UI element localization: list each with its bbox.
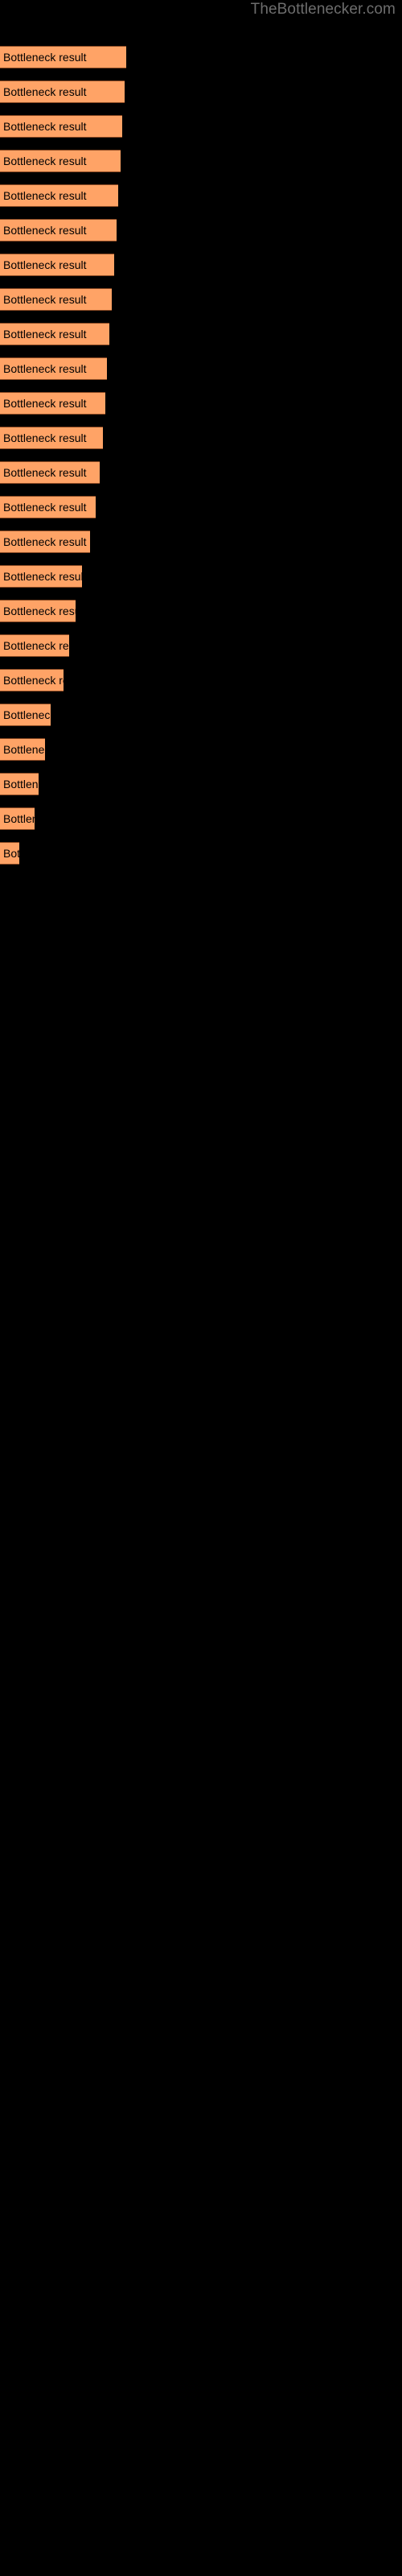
bar-row[interactable]: Bottleneck result [0,634,69,657]
bar-row[interactable]: Bottleneck result [0,357,107,380]
bar-label-clip: Bottleneck result [0,323,109,345]
bar-row[interactable]: Bottleneck result [0,184,118,207]
bar-row[interactable]: Bottleneck result [0,842,19,865]
bar-label-clip: Bottleneck result [0,496,96,518]
bar-row[interactable]: Bottleneck result [0,773,39,795]
bar-label-clip: Bottleneck result [0,288,112,311]
bar-row[interactable]: Bottleneck result [0,530,90,553]
bar-label-clip: Bottleneck result [0,254,114,276]
bar-label-clip: Bottleneck result [0,669,64,691]
bar-label: Bottleneck result [3,51,87,64]
bar-label: Bottleneck result [3,431,87,444]
bar-label-clip: Bottleneck result [0,565,82,588]
bar-row[interactable]: Bottleneck result [0,427,103,449]
bar-row[interactable]: Bottleneck result [0,80,125,103]
bar-label-clip: Bottleneck result [0,80,125,103]
bar-label-clip: Bottleneck result [0,634,69,657]
bar-row[interactable]: Bottleneck result [0,461,100,484]
bar-label-clip: Bottleneck result [0,357,107,380]
bar-label: Bottleneck result [3,674,64,687]
bar-label: Bottleneck result [3,639,69,652]
bar-label: Bottleneck result [3,708,51,721]
bar-row[interactable]: Bottleneck result [0,150,121,172]
bar-label-clip: Bottleneck result [0,738,45,761]
bar-row[interactable]: Bottleneck result [0,115,122,138]
bar-label: Bottleneck result [3,847,19,860]
bar-label: Bottleneck result [3,570,82,583]
bar-label: Bottleneck result [3,778,39,791]
bar-label-clip: Bottleneck result [0,704,51,726]
bar-row[interactable]: Bottleneck result [0,46,126,68]
bar-label: Bottleneck result [3,155,87,167]
bar-label-clip: Bottleneck result [0,150,121,172]
bar-label: Bottleneck result [3,189,87,202]
bar-row[interactable]: Bottleneck result [0,219,117,242]
bar-label: Bottleneck result [3,535,87,548]
bar-label-clip: Bottleneck result [0,807,35,830]
bar-label-clip: Bottleneck result [0,427,103,449]
bar-label: Bottleneck result [3,501,87,514]
bar-label: Bottleneck result [3,397,87,410]
bar-label-clip: Bottleneck result [0,46,126,68]
bar-label-clip: Bottleneck result [0,115,122,138]
bar-label: Bottleneck result [3,605,76,617]
bottleneck-chart-root: TheBottlenecker.com Bottleneck result Bot… [0,0,402,2576]
bar-label: Bottleneck result [3,466,87,479]
bar-label: Bottleneck result [3,812,35,825]
bar-label-clip: Bottleneck result [0,842,19,865]
bar-label: Bottleneck result [3,362,87,375]
bar-row[interactable]: Bottleneck result [0,565,82,588]
bar-label: Bottleneck result [3,120,87,133]
bar-label-clip: Bottleneck result [0,392,105,415]
bar-row[interactable]: Bottleneck result [0,288,112,311]
bar-label: Bottleneck result [3,85,87,98]
bar-row[interactable]: Bottleneck result [0,738,45,761]
bar-label-clip: Bottleneck result [0,461,100,484]
bar-row[interactable]: Bottleneck result [0,600,76,622]
bar-row[interactable]: Bottleneck result [0,807,35,830]
bar-label-clip: Bottleneck result [0,184,118,207]
bar-label: Bottleneck result [3,224,87,237]
bar-label: Bottleneck result [3,743,45,756]
bar-row[interactable]: Bottleneck result [0,323,109,345]
bar-chart-bars-layer: Bottleneck result Bottleneck result Bottle… [0,0,402,2576]
bar-row[interactable]: Bottleneck result [0,496,96,518]
bar-label: Bottleneck result [3,293,87,306]
bar-label-clip: Bottleneck result [0,773,39,795]
bar-row[interactable]: Bottleneck result [0,669,64,691]
bar-label-clip: Bottleneck result [0,530,90,553]
bar-label: Bottleneck result [3,328,87,341]
bar-label-clip: Bottleneck result [0,600,76,622]
bar-row[interactable]: Bottleneck result [0,392,105,415]
bar-label: Bottleneck result [3,258,87,271]
bar-row[interactable]: Bottleneck result [0,254,114,276]
bar-label-clip: Bottleneck result [0,219,117,242]
bar-row[interactable]: Bottleneck result [0,704,51,726]
